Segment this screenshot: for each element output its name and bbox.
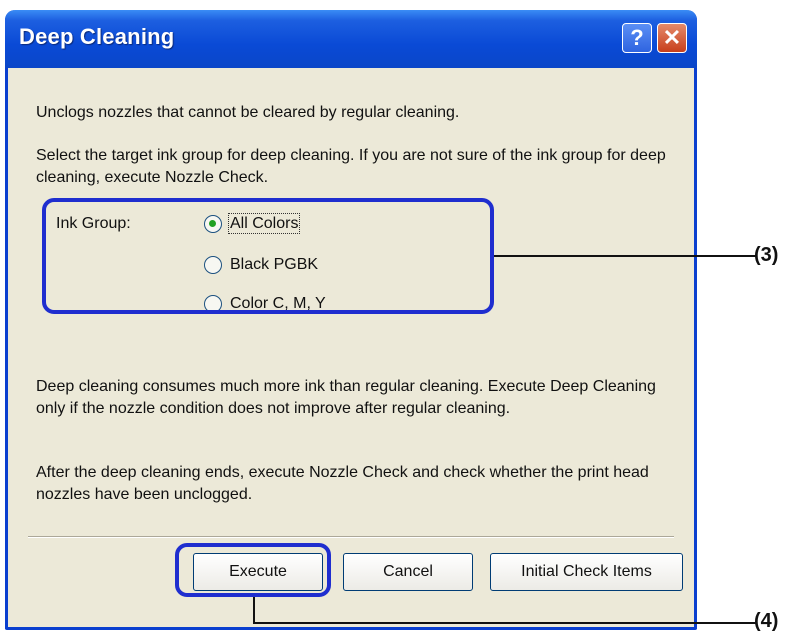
help-button[interactable]: ? <box>622 23 652 53</box>
cancel-button[interactable]: Cancel <box>343 553 473 591</box>
warning-text: Deep cleaning consumes much more ink tha… <box>36 378 656 417</box>
divider <box>28 536 674 538</box>
after-text: After the deep cleaning ends, execute No… <box>36 464 649 503</box>
deep-cleaning-dialog: Deep Cleaning ? ✕ Unclogs nozzles that c… <box>5 10 697 630</box>
dialog-body: Unclogs nozzles that cannot be cleared b… <box>8 68 694 627</box>
callout-line-4-horizontal <box>253 622 757 624</box>
callout-3-label: (3) <box>754 244 779 266</box>
execute-highlight <box>175 543 331 597</box>
select-target-text: Select the target ink group for deep cle… <box>36 147 666 186</box>
callout-line-3 <box>494 255 756 257</box>
initial-check-items-button[interactable]: Initial Check Items <box>490 553 683 591</box>
close-icon: ✕ <box>662 25 682 50</box>
ink-group-highlight <box>42 198 494 314</box>
help-icon: ? <box>630 25 644 50</box>
title-bar[interactable]: Deep Cleaning ? ✕ <box>5 10 697 68</box>
callout-4-label: (4) <box>754 610 779 632</box>
window-title: Deep Cleaning <box>19 24 175 49</box>
callout-line-4-vertical <box>253 597 255 624</box>
intro-text: Unclogs nozzles that cannot be cleared b… <box>36 104 460 121</box>
close-button[interactable]: ✕ <box>657 23 687 53</box>
